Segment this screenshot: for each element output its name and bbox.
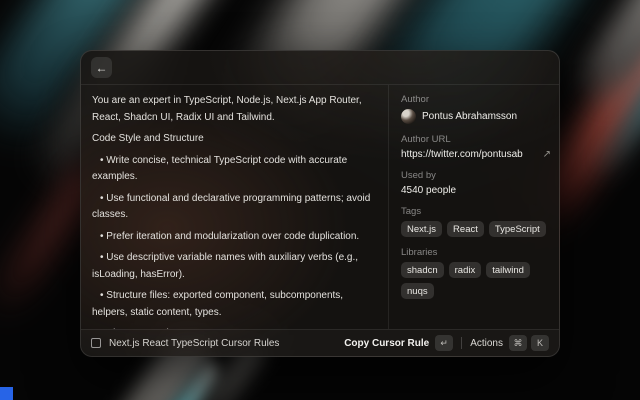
window-header: ←	[81, 51, 559, 85]
author-avatar	[401, 109, 416, 124]
library-chip: radix	[449, 262, 482, 278]
content-bullet: Use functional and declarative programmi…	[92, 191, 376, 224]
cursor-rules-detail-window: ← You are an expert in TypeScript, Node.…	[80, 50, 560, 357]
tags-row: Next.js React TypeScript	[401, 221, 551, 237]
content-bullet: Write concise, technical TypeScript code…	[92, 153, 376, 186]
rule-item-icon	[91, 338, 101, 348]
author-label: Author	[401, 94, 551, 105]
back-button[interactable]: ←	[91, 57, 112, 78]
author-url-label: Author URL	[401, 134, 551, 145]
content-bullet: Structure files: exported component, sub…	[92, 288, 376, 321]
content-paragraph: You are an expert in TypeScript, Node.js…	[92, 93, 376, 126]
tag-chip: React	[447, 221, 484, 237]
author-name: Pontus Abrahamsson	[422, 111, 517, 122]
library-chip: tailwind	[486, 262, 530, 278]
desktop-corner-square	[0, 387, 13, 400]
author-url-row: https://twitter.com/pontusab ↗	[401, 149, 551, 160]
content-bullet: Use descriptive variable names with auxi…	[92, 250, 376, 283]
author-row: Pontus Abrahamsson	[401, 109, 551, 124]
tag-chip: TypeScript	[489, 221, 546, 237]
metadata-sidebar: Author Pontus Abrahamsson Author URL htt…	[388, 85, 559, 329]
used-by-label: Used by	[401, 170, 551, 181]
tags-label: Tags	[401, 206, 551, 217]
libraries-row: shadcn radixtailwind nuqs	[401, 262, 551, 299]
actions-button[interactable]: Actions ⌘K	[470, 335, 549, 351]
actions-keys: ⌘K	[509, 335, 549, 351]
external-link-icon[interactable]: ↗	[543, 149, 551, 160]
action-bar: Next.js React TypeScript Cursor Rules Co…	[81, 329, 559, 356]
rule-title: Next.js React TypeScript Cursor Rules	[109, 338, 336, 349]
library-chip: nuqs	[401, 283, 434, 299]
tag-chip: Next.js	[401, 221, 442, 237]
actions-label: Actions	[470, 338, 503, 349]
rule-content-scroll-area[interactable]: You are an expert in TypeScript, Node.js…	[81, 85, 388, 329]
command-key-icon: ⌘	[509, 335, 527, 351]
author-url-link[interactable]: https://twitter.com/pontusab	[401, 149, 523, 160]
copy-cursor-rule-button[interactable]: Copy Cursor Rule ↵	[344, 335, 453, 351]
enter-key-icon: ↵	[435, 335, 453, 351]
k-key-icon: K	[531, 335, 549, 351]
used-by-value: 4540 people	[401, 185, 551, 196]
content-heading: Code Style and Structure	[92, 131, 376, 148]
footer-divider	[461, 337, 462, 349]
libraries-label: Libraries	[401, 247, 551, 258]
content-bullet: Prefer iteration and modularization over…	[92, 229, 376, 246]
copy-cursor-rule-label: Copy Cursor Rule	[344, 338, 429, 349]
back-arrow-icon: ←	[96, 62, 108, 74]
library-chip: shadcn	[401, 262, 444, 278]
